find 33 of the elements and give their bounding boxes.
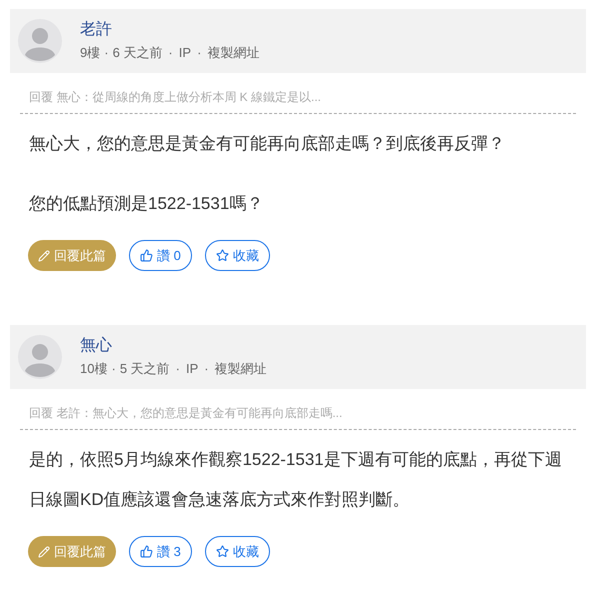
author-name[interactable]: 老許 — [80, 20, 260, 40]
star-icon — [216, 249, 229, 262]
ip-link[interactable]: IP — [178, 44, 192, 62]
separator-dot: · — [104, 44, 109, 62]
copy-link[interactable]: 複製網址 — [207, 44, 260, 62]
post-time: 6 天之前 — [112, 44, 162, 62]
copy-link[interactable]: 複製網址 — [214, 360, 267, 378]
separator-dot: · — [197, 44, 202, 62]
ip-link[interactable]: IP — [186, 360, 198, 378]
post-text: 無心大，您的意思是黃金有可能再向底部走嗎？到底後再反彈？ — [29, 133, 506, 155]
author-name[interactable]: 無心 — [80, 336, 267, 356]
pencil-icon — [38, 250, 50, 262]
separator-dot: · — [168, 44, 173, 62]
floor-number: 10樓 — [80, 360, 108, 378]
avatar-icon — [18, 335, 62, 379]
post-time: 5 天之前 — [120, 360, 170, 378]
floor-number: 9樓 — [80, 44, 100, 62]
separator-dot: · — [111, 360, 116, 378]
post-text: 是的，依照5月均線來作觀察1522-1531是下週有可能的底點，再從下週日線圖KD值應該還會急速落底方式來作對照判斷。 — [29, 449, 563, 511]
avatar-icon — [18, 19, 62, 63]
thumbs-up-icon — [140, 545, 153, 558]
thumbs-up-icon — [140, 249, 153, 262]
star-icon — [216, 545, 229, 558]
save-button[interactable]: 收藏 — [204, 240, 270, 271]
save-button[interactable]: 收藏 — [204, 536, 270, 567]
separator-dot: · — [204, 360, 209, 378]
separator-dot: · — [176, 360, 180, 378]
quote-text: 回覆 老許：無心大，您的意思是黃金有可能再向底部走嗎... — [29, 406, 342, 420]
like-button[interactable]: 讚 0 — [129, 240, 192, 271]
pencil-icon — [38, 546, 50, 558]
quote-text: 回覆 無心：從周線的角度上做分析本周 K 線鐵定是以... — [29, 90, 322, 104]
like-button[interactable]: 讚 3 — [129, 536, 192, 567]
post-text: 您的低點預測是1522-1531嗎？ — [29, 193, 264, 215]
